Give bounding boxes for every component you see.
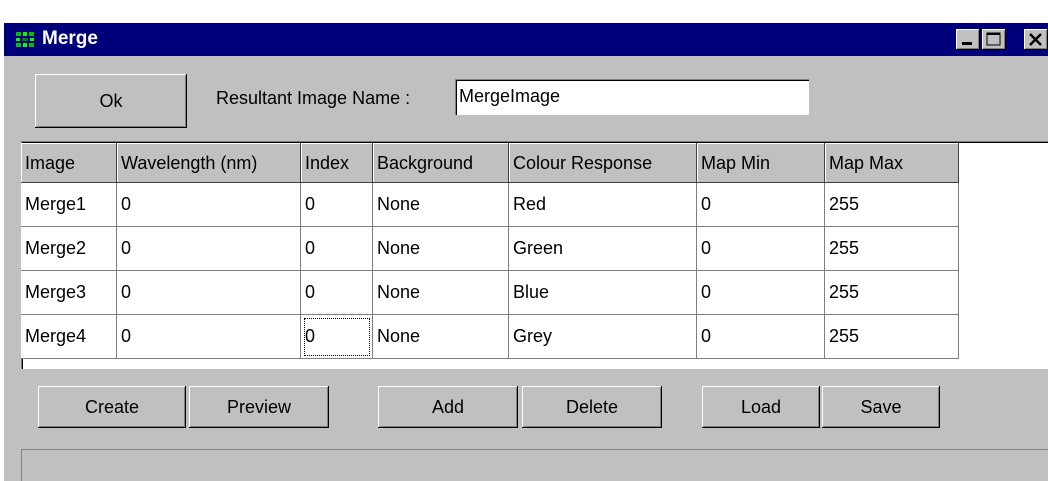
- cell-background[interactable]: None: [373, 271, 509, 315]
- cell-map-max[interactable]: 255: [825, 183, 959, 227]
- save-button-label: Save: [860, 397, 902, 417]
- preview-button[interactable]: Preview: [189, 386, 329, 428]
- dialog-body: Ok Resultant Image Name : MergeImage Ima…: [4, 56, 1048, 481]
- minimize-icon: [962, 42, 972, 45]
- save-button[interactable]: Save: [822, 386, 940, 428]
- cell-background[interactable]: None: [373, 183, 509, 227]
- maximize-button[interactable]: [982, 29, 1006, 50]
- app-icon: [14, 29, 36, 49]
- delete-button[interactable]: Delete: [522, 386, 662, 428]
- cell-colour-response[interactable]: Green: [509, 227, 697, 271]
- cell-wavelength-nm[interactable]: 0: [117, 271, 301, 315]
- merge-table: Image Wavelength (nm) Index Background Colou…: [21, 141, 1048, 369]
- resultant-image-name-label: Resultant Image Name :: [216, 88, 411, 108]
- load-button[interactable]: Load: [702, 386, 820, 428]
- load-button-label: Load: [740, 397, 782, 417]
- status-bar: [21, 449, 1048, 481]
- cell-map-min[interactable]: 0: [697, 271, 825, 315]
- cell-wavelength-nm[interactable]: 0: [117, 315, 301, 359]
- cell-map-min[interactable]: 0: [697, 183, 825, 227]
- cell-image[interactable]: Merge1: [21, 183, 117, 227]
- cell-map-min[interactable]: 0: [697, 315, 825, 359]
- add-button-label: Add: [431, 397, 465, 417]
- delete-button-label: Delete: [565, 397, 619, 417]
- create-button-label: Create: [84, 397, 140, 417]
- close-button[interactable]: [1024, 29, 1048, 50]
- cell-colour-response[interactable]: Red: [509, 183, 697, 227]
- add-button[interactable]: Add: [378, 386, 518, 428]
- cell-index[interactable]: 0: [301, 315, 373, 359]
- cell-map-max[interactable]: 255: [825, 227, 959, 271]
- column-header-colour-response[interactable]: Colour Response: [509, 143, 697, 183]
- column-header-background[interactable]: Background: [373, 143, 509, 183]
- ok-button[interactable]: Ok: [35, 74, 187, 128]
- close-icon: [1029, 33, 1042, 46]
- window-title: Merge: [42, 28, 98, 49]
- window-edge: [0, 0, 1, 481]
- cell-index[interactable]: 0: [301, 271, 373, 315]
- merge-window: Merge Ok Resultant Image Name : MergeIma…: [0, 0, 1048, 481]
- column-header-map-max[interactable]: Map Max: [825, 143, 959, 183]
- column-header-index[interactable]: Index: [301, 143, 373, 183]
- column-header-image[interactable]: Image: [21, 143, 117, 183]
- cell-colour-response[interactable]: Blue: [509, 271, 697, 315]
- cell-wavelength-nm[interactable]: 0: [117, 183, 301, 227]
- cell-map-max[interactable]: 255: [825, 315, 959, 359]
- cell-background[interactable]: None: [373, 227, 509, 271]
- create-button[interactable]: Create: [38, 386, 186, 428]
- cell-image[interactable]: Merge4: [21, 315, 117, 359]
- cell-index[interactable]: 0: [301, 183, 373, 227]
- cell-background[interactable]: None: [373, 315, 509, 359]
- ok-button-label: Ok: [99, 91, 123, 111]
- cell-wavelength-nm[interactable]: 0: [117, 227, 301, 271]
- window-edge: [0, 0, 1048, 1]
- preview-button-label: Preview: [226, 397, 292, 417]
- column-header-map-min[interactable]: Map Min: [697, 143, 825, 183]
- cell-image[interactable]: Merge2: [21, 227, 117, 271]
- cell-index[interactable]: 0: [301, 227, 373, 271]
- cell-map-min[interactable]: 0: [697, 227, 825, 271]
- cell-image[interactable]: Merge3: [21, 271, 117, 315]
- minimize-button[interactable]: [956, 29, 980, 50]
- cell-colour-response[interactable]: Grey: [509, 315, 697, 359]
- cell-map-max[interactable]: 255: [825, 271, 959, 315]
- title-bar[interactable]: Merge: [4, 23, 1048, 56]
- maximize-icon: [986, 32, 1001, 46]
- column-header-wavelength-nm[interactable]: Wavelength (nm): [117, 143, 301, 183]
- resultant-image-name-input[interactable]: MergeImage: [455, 79, 809, 115]
